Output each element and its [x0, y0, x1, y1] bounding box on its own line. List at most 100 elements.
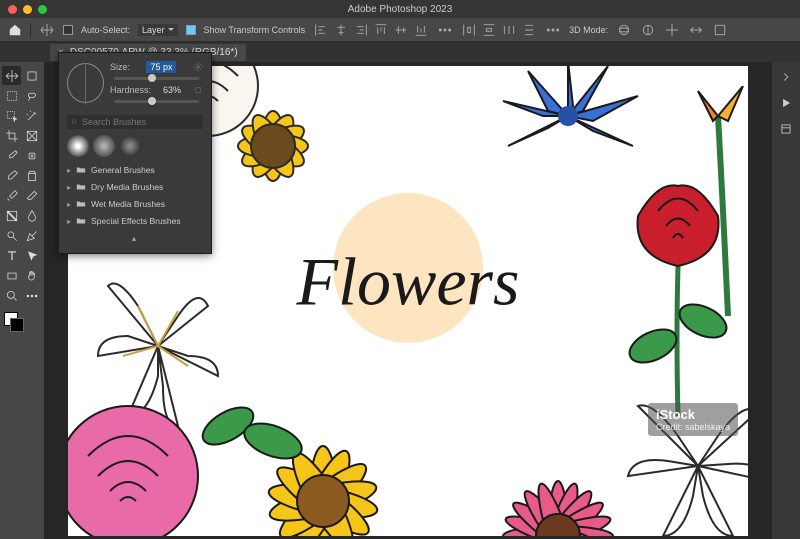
toolbox [0, 62, 44, 539]
distribute-h-icon[interactable] [461, 22, 477, 38]
brush-search-input[interactable] [82, 117, 199, 127]
folder-label: Special Effects Brushes [91, 216, 181, 226]
three-d-orbit-icon[interactable] [616, 22, 632, 38]
align-bottom-icon[interactable] [413, 22, 429, 38]
align-left-icon[interactable] [313, 22, 329, 38]
play-actions-icon[interactable] [779, 96, 793, 110]
object-select-tool[interactable] [2, 106, 21, 125]
brush-preview-hard[interactable] [67, 135, 89, 157]
separator [30, 23, 31, 37]
color-swatches[interactable] [2, 312, 42, 334]
home-icon[interactable] [8, 23, 22, 37]
properties-panel-icon[interactable] [779, 122, 793, 136]
align-group [313, 22, 429, 38]
hardness-label: Hardness: [110, 85, 151, 95]
brush-preview-soft[interactable] [93, 135, 115, 157]
minimize-window-button[interactable] [23, 5, 32, 14]
align-center-h-icon[interactable] [333, 22, 349, 38]
white-lily-illustration [608, 376, 748, 536]
brush-folder[interactable]: Wet Media Brushes [67, 197, 203, 211]
brush-folder[interactable]: General Brushes [67, 163, 203, 177]
history-brush-tool[interactable] [2, 186, 21, 205]
auto-select-dropdown[interactable]: Layer [138, 24, 178, 36]
eraser-tool[interactable] [23, 186, 42, 205]
close-window-button[interactable] [8, 5, 17, 14]
clone-stamp-tool[interactable] [23, 166, 42, 185]
three-d-label: 3D Mode: [569, 25, 608, 35]
distribute-space-h-icon[interactable] [501, 22, 517, 38]
gradient-tool[interactable] [2, 206, 21, 225]
distribute-v-icon[interactable] [481, 22, 497, 38]
brush-search[interactable] [67, 115, 203, 129]
title-bar: Adobe Photoshop 2023 [0, 0, 800, 18]
more-options-icon[interactable] [437, 22, 453, 38]
brush-preview-texture[interactable] [119, 135, 141, 157]
three-d-scale-icon[interactable] [712, 22, 728, 38]
hand-tool[interactable] [23, 266, 42, 285]
more-icon[interactable] [545, 22, 561, 38]
panel-collapse-toggle[interactable]: ▴ [67, 234, 203, 243]
lasso-tool[interactable] [23, 86, 42, 105]
align-top-icon[interactable] [373, 22, 389, 38]
folder-label: Wet Media Brushes [91, 199, 165, 209]
distribute-space-v-icon[interactable] [521, 22, 537, 38]
blur-tool[interactable] [23, 206, 42, 225]
maximize-window-button[interactable] [38, 5, 47, 14]
gear-icon[interactable] [193, 62, 203, 72]
marquee-tool[interactable] [2, 86, 21, 105]
brush-folder[interactable]: Dry Media Brushes [67, 180, 203, 194]
brush-angle-preview[interactable] [67, 63, 104, 103]
brush-folder-list: General Brushes Dry Media Brushes Wet Me… [67, 163, 203, 228]
magic-wand-tool[interactable] [23, 106, 42, 125]
watermark-credit: Credit: sabelskaya [656, 422, 730, 432]
distribute-group [461, 22, 537, 38]
move-tool[interactable] [2, 66, 21, 85]
healing-brush-tool[interactable] [23, 146, 42, 165]
zoom-tool[interactable] [2, 286, 21, 305]
dodge-tool[interactable] [2, 226, 21, 245]
leaves-illustration [193, 381, 313, 481]
show-transform-checkbox[interactable] [186, 25, 196, 35]
right-panel-strip [772, 62, 800, 539]
three-d-pan-icon[interactable] [664, 22, 680, 38]
three-d-slide-icon[interactable] [688, 22, 704, 38]
auto-select-label: Auto-Select: [81, 25, 130, 35]
align-center-v-icon[interactable] [393, 22, 409, 38]
brush-folder[interactable]: Special Effects Brushes [67, 214, 203, 228]
pen-tool[interactable] [23, 226, 42, 245]
flowers-text: Flowers [297, 243, 520, 322]
hardness-value[interactable]: 63% [157, 84, 187, 96]
show-transform-label: Show Transform Controls [204, 25, 306, 35]
expand-panels-icon[interactable] [779, 70, 793, 84]
app-title: Adobe Photoshop 2023 [348, 4, 453, 15]
folder-label: General Brushes [91, 165, 155, 175]
eyedropper-tool[interactable] [2, 146, 21, 165]
frame-tool[interactable] [23, 126, 42, 145]
crop-tool[interactable] [2, 126, 21, 145]
size-slider[interactable] [114, 77, 199, 80]
brush-settings-panel[interactable]: Size: 75 px Hardness: 63% [58, 52, 212, 254]
type-tool[interactable] [2, 246, 21, 265]
watermark-brand: iStock [656, 407, 730, 422]
auto-select-checkbox[interactable] [63, 25, 73, 35]
hardness-slider[interactable] [114, 100, 199, 103]
window-controls [8, 5, 47, 14]
align-right-icon[interactable] [353, 22, 369, 38]
move-tool-mini-icon [39, 22, 55, 38]
brush-tool[interactable] [2, 166, 21, 185]
size-value[interactable]: 75 px [146, 61, 176, 73]
brush-previews [67, 135, 203, 157]
three-d-roll-icon[interactable] [640, 22, 656, 38]
artboard-tool[interactable] [23, 66, 42, 85]
app-window: Adobe Photoshop 2023 Auto-Select: Layer … [0, 0, 800, 539]
folder-label: Dry Media Brushes [91, 182, 163, 192]
flip-icon[interactable] [193, 85, 203, 95]
size-label: Size: [110, 62, 130, 72]
edit-toolbar-icon[interactable] [23, 286, 42, 305]
cornflower-illustration [478, 66, 658, 166]
rectangle-tool[interactable] [2, 266, 21, 285]
path-select-tool[interactable] [23, 246, 42, 265]
watermark: iStock Credit: sabelskaya [648, 403, 738, 436]
background-swatch[interactable] [10, 318, 24, 332]
search-icon [71, 117, 78, 127]
